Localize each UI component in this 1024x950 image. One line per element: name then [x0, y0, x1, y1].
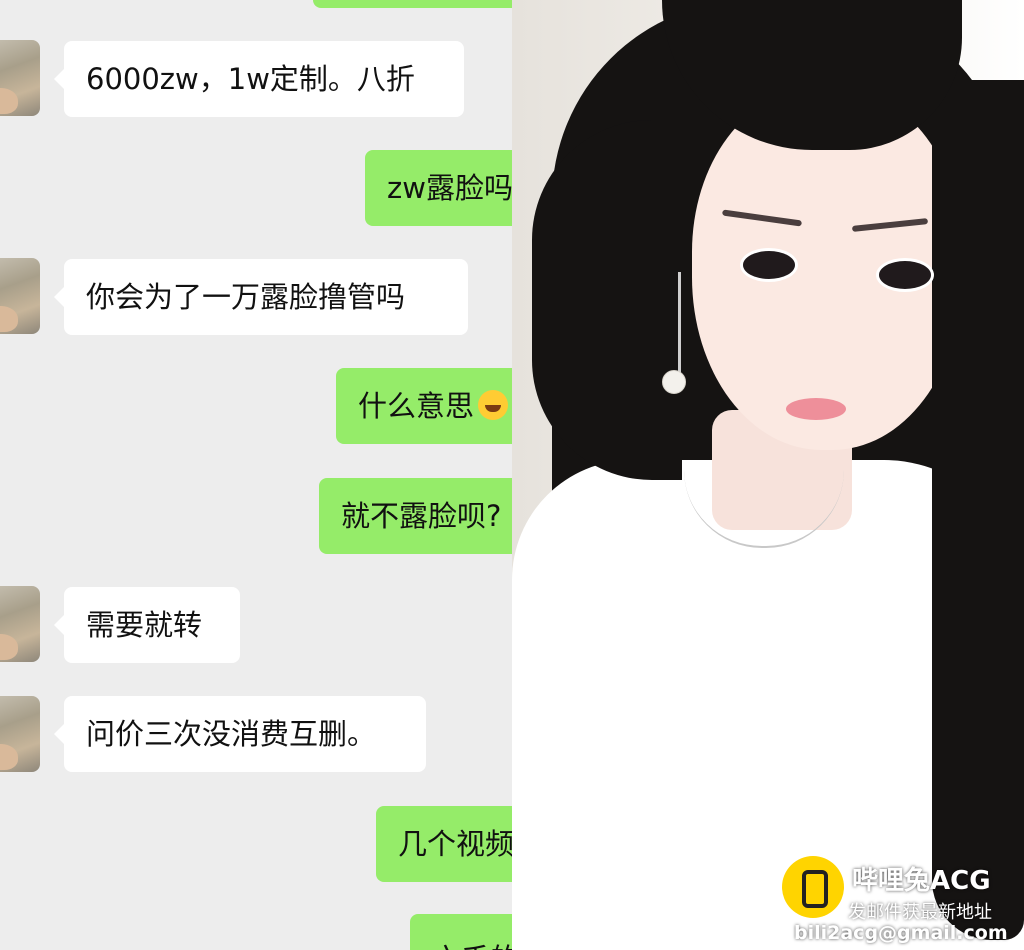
- selfie-photo: [512, 0, 1024, 950]
- watermark-subtitle: 发邮件获最新地址: [848, 902, 992, 923]
- chat-bubble-outgoing: 几个视频: [376, 806, 512, 882]
- chat-bubble-incoming: 6000zw，1w定制。八折: [54, 41, 464, 117]
- avatar[interactable]: [0, 696, 40, 772]
- chat-bubble-outgoing: 就不露脸呗?: [319, 478, 512, 554]
- avatar[interactable]: [0, 40, 40, 116]
- eye-left: [740, 248, 798, 282]
- pearl-icon: [662, 370, 686, 394]
- watermark: 哔哩兔ACG 发邮件获最新地址 bili2acg@gmail.com: [782, 856, 1022, 950]
- message-text: 什么意思: [358, 389, 475, 423]
- tears-of-joy-emoji: [478, 390, 509, 420]
- chat-bubble-incoming: 需要就转: [54, 587, 240, 663]
- earring: [678, 272, 681, 382]
- eye-right: [876, 258, 934, 292]
- watermark-title: 哔哩兔ACG: [852, 866, 991, 896]
- lips: [786, 398, 846, 420]
- chat-bubble-outgoing: zw露脸吗: [365, 150, 512, 226]
- chat-bubble-partial-top: [313, 0, 512, 8]
- avatar[interactable]: [0, 258, 40, 334]
- chat-bubble-incoming: 问价三次没消费互删。: [54, 696, 426, 772]
- hair-strand-left: [532, 120, 682, 480]
- watermark-email: bili2acg@gmail.com: [794, 922, 1008, 944]
- hair-strand-right: [932, 80, 1024, 940]
- chat-bubble-outgoing: 六千的: [410, 914, 512, 950]
- chat-bubble-outgoing: 什么意思: [336, 368, 512, 444]
- chat-pane: 6000zw，1w定制。八折 zw露脸吗 你会为了一万露脸撸管吗 什么意思 就不…: [0, 0, 512, 950]
- bili-rabbit-logo-icon: [782, 856, 844, 918]
- avatar[interactable]: [0, 586, 40, 662]
- chat-bubble-incoming: 你会为了一万露脸撸管吗: [54, 259, 468, 335]
